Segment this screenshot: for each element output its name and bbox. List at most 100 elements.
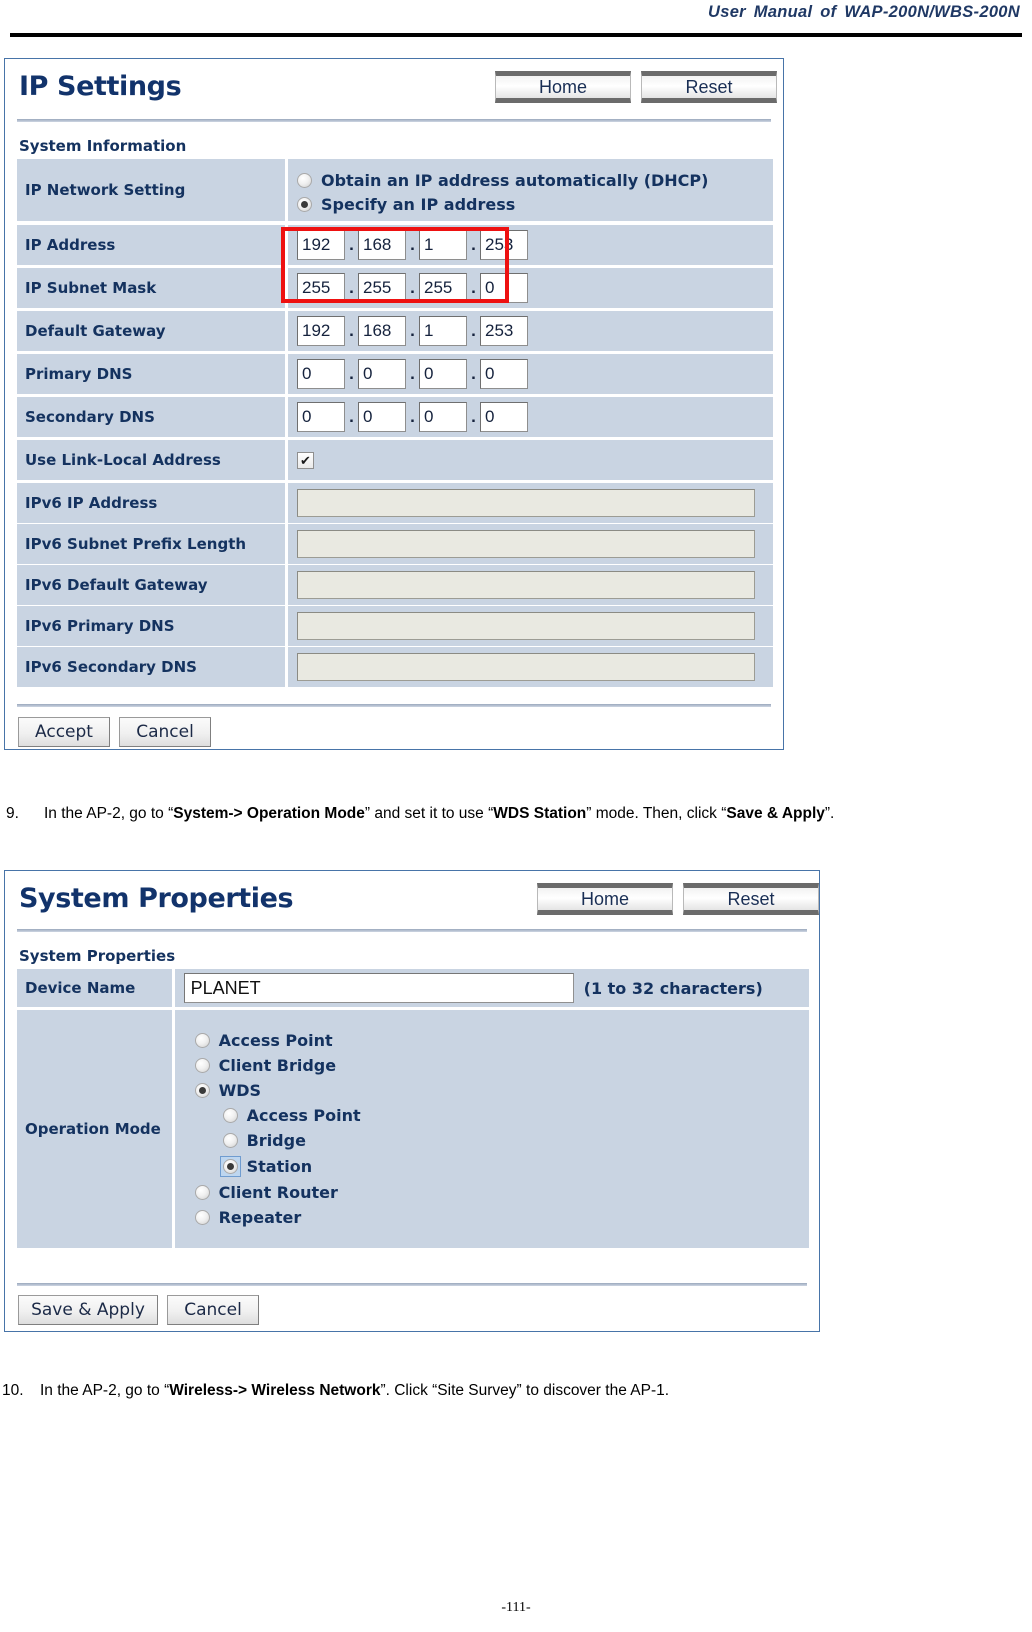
ip-settings-footer-buttons: Accept Cancel [18, 717, 211, 747]
page-running-header: User Manual of WAP-200N/WBS-200N [0, 0, 1032, 44]
octet-input-1[interactable]: 255 [297, 273, 345, 303]
ipv6-secondary-dns-input[interactable] [297, 653, 755, 681]
radio-option-access-point[interactable]: Access Point [194, 1031, 333, 1050]
ipv6-default-gateway-input[interactable] [297, 571, 755, 599]
octet-input-2[interactable]: 0 [358, 359, 406, 389]
octet-input-2[interactable]: 255 [358, 273, 406, 303]
octet-dot: . [471, 235, 476, 254]
octet-input-1[interactable]: 0 [297, 359, 345, 389]
row-label: IP Subnet Mask [17, 268, 285, 308]
cancel-button[interactable]: Cancel [119, 717, 211, 747]
step-10-text: In the AP-2, go to “Wireless-> Wireless … [40, 1375, 1022, 1406]
step-10-text-2: ”. Click “Site Survey” to discover the A… [380, 1382, 670, 1399]
radio-icon[interactable] [194, 1185, 210, 1200]
octet-input-4[interactable]: 253 [480, 316, 528, 346]
radio-icon[interactable] [222, 1159, 238, 1174]
radio-focus-ring[interactable] [219, 1156, 241, 1177]
radio-icon[interactable] [194, 1058, 210, 1073]
row-value: 192 . 168 . 1 . 253 [288, 225, 773, 265]
octet-input-1[interactable]: 192 [297, 230, 345, 260]
octet-input-4[interactable]: 0 [480, 402, 528, 432]
row-label: IPv6 IP Address [17, 483, 285, 523]
octet-dot: . [410, 407, 415, 426]
radio-option-client-router[interactable]: Client Router [194, 1183, 338, 1202]
octet-input-3[interactable]: 255 [419, 273, 467, 303]
octet-dot: . [471, 364, 476, 383]
ipv6-primary-dns-input[interactable] [297, 612, 755, 640]
system-properties-section-label: System Properties [19, 947, 176, 965]
octet-input-2[interactable]: 0 [358, 402, 406, 432]
octet-input-3[interactable]: 0 [419, 359, 467, 389]
octet-dot: . [410, 321, 415, 340]
row-value: 192 . 168 . 1 . 253 [288, 311, 773, 351]
device-name-input[interactable]: PLANET [183, 973, 574, 1003]
step-9: 9. In the AP-2, go to “System-> Operatio… [6, 798, 1018, 829]
ipv6-ip-address-input[interactable] [297, 489, 755, 517]
home-button[interactable]: Home [537, 883, 673, 915]
octet-input-2[interactable]: 168 [358, 316, 406, 346]
octet-input-2[interactable]: 168 [358, 230, 406, 260]
ip-settings-header-buttons: Home Reset [495, 71, 777, 103]
radio-icon[interactable] [194, 1083, 210, 1098]
row-value: ✔ [288, 440, 773, 480]
row-label: IPv6 Primary DNS [17, 606, 285, 646]
octet-input-4[interactable]: 0 [480, 359, 528, 389]
step-9-bold-3: Save & Apply [726, 805, 825, 822]
radio-option-specify-ip[interactable]: Specify an IP address [297, 195, 515, 214]
radio-icon[interactable] [194, 1210, 210, 1225]
radio-option-dhcp[interactable]: Obtain an IP address automatically (DHCP… [297, 171, 708, 190]
row-value [288, 565, 773, 605]
save-and-apply-button[interactable]: Save & Apply [18, 1295, 158, 1325]
use-link-local-checkbox[interactable]: ✔ [297, 451, 314, 469]
radio-icon[interactable] [222, 1108, 238, 1123]
octet-input-3[interactable]: 0 [419, 402, 467, 432]
ipv6-subnet-prefix-length-input[interactable] [297, 530, 755, 558]
device-name-hint: (1 to 32 characters) [583, 978, 763, 998]
step-10-number: 10. [2, 1382, 24, 1399]
radio-option-wds-access-point[interactable]: Access Point [222, 1106, 361, 1125]
radio-option-repeater[interactable]: Repeater [194, 1208, 301, 1227]
row-value [288, 524, 773, 564]
octet-dot: . [471, 278, 476, 297]
radio-option-wds[interactable]: WDS [194, 1081, 261, 1100]
octet-dot: . [349, 278, 354, 297]
row-label: Secondary DNS [17, 397, 285, 437]
reset-button[interactable]: Reset [641, 71, 777, 103]
octet-input-3[interactable]: 1 [419, 230, 467, 260]
accept-button[interactable]: Accept [18, 717, 110, 747]
step-9-bold-1: System-> Operation Mode [173, 805, 365, 822]
radio-icon[interactable] [222, 1133, 238, 1148]
row-default-gateway: Default Gateway 192 . 168 . 1 . 253 [17, 311, 773, 351]
row-value: Access Point Client Bridge WDS Access Po… [174, 1010, 809, 1248]
radio-option-client-bridge[interactable]: Client Bridge [194, 1056, 336, 1075]
radio-icon[interactable] [297, 196, 312, 212]
octet-dot: . [410, 364, 415, 383]
octet-input-4[interactable]: 253 [480, 230, 528, 260]
cancel-button[interactable]: Cancel [167, 1295, 259, 1325]
row-value [288, 483, 773, 523]
row-ip-network-setting: IP Network Setting Obtain an IP address … [17, 159, 773, 221]
octet-dot: . [349, 235, 354, 254]
row-value: 0 . 0 . 0 . 0 [288, 397, 773, 437]
row-label: Default Gateway [17, 311, 285, 351]
system-properties-footer-buttons: Save & Apply Cancel [18, 1295, 259, 1325]
octet-input-1[interactable]: 0 [297, 402, 345, 432]
radio-icon[interactable] [297, 172, 312, 188]
row-label: IPv6 Secondary DNS [17, 647, 285, 687]
home-button[interactable]: Home [495, 71, 631, 103]
reset-button[interactable]: Reset [683, 883, 819, 915]
radio-label: Client Router [218, 1183, 338, 1202]
octet-dot: . [410, 235, 415, 254]
system-properties-title: System Properties [19, 883, 294, 914]
radio-icon[interactable] [194, 1033, 210, 1048]
row-label: IPv6 Subnet Prefix Length [17, 524, 285, 564]
octet-input-1[interactable]: 192 [297, 316, 345, 346]
octet-input-4[interactable]: 0 [480, 273, 528, 303]
ip-address-octets: 192 . 168 . 1 . 253 [297, 230, 528, 260]
radio-option-wds-station[interactable]: Station [219, 1156, 312, 1177]
radio-option-wds-bridge[interactable]: Bridge [222, 1131, 306, 1150]
row-ipv6-primary-dns: IPv6 Primary DNS [17, 606, 773, 646]
row-ipv6-ip-address: IPv6 IP Address [17, 483, 773, 523]
octet-input-3[interactable]: 1 [419, 316, 467, 346]
row-value: 255 . 255 . 255 . 0 [288, 268, 773, 308]
